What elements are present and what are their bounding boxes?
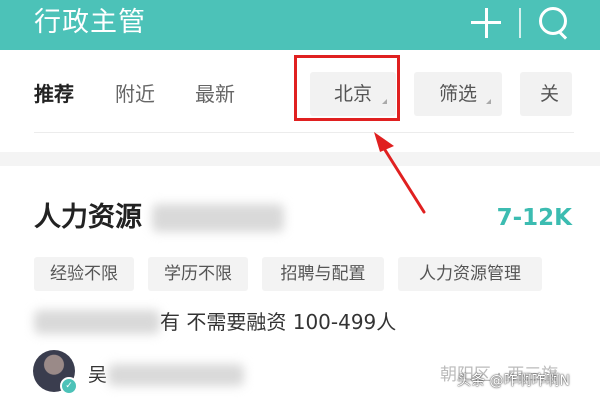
job-title[interactable]: 人力资源 <box>34 200 142 236</box>
section-gap <box>0 152 600 166</box>
verified-icon: ✓ <box>60 377 78 395</box>
caret-icon <box>486 99 491 104</box>
page-title: 行政主管 <box>34 7 146 38</box>
tag-field: 人力资源管理 <box>398 257 542 291</box>
filter-chip[interactable]: 筛选 <box>414 72 502 116</box>
tag-category: 招聘与配置 <box>262 257 384 291</box>
annotation-highlight-box <box>294 55 400 121</box>
tab-latest[interactable]: 最新 <box>195 80 235 108</box>
recruiter-name: 吴 <box>88 364 108 386</box>
blurred-company-name <box>34 310 160 334</box>
keyword-filter-chip[interactable]: 关键 <box>520 72 572 116</box>
filter-chip-label: 筛选 <box>438 83 477 105</box>
blurred-recruiter-title <box>108 364 244 386</box>
company-info: 有 不需要融资 100-499人 <box>160 310 397 334</box>
header-divider <box>519 8 521 38</box>
keyword-filter-label: 关键 <box>540 83 560 105</box>
tab-recommend[interactable]: 推荐 <box>34 80 74 108</box>
tab-nearby[interactable]: 附近 <box>115 80 155 108</box>
salary-range: 7-12K <box>496 205 572 231</box>
blurred-title-suffix <box>152 204 284 232</box>
app-header: 行政主管 <box>0 0 600 50</box>
tag-education: 学历不限 <box>148 257 248 291</box>
plus-icon[interactable] <box>468 5 504 41</box>
tag-experience: 经验不限 <box>34 257 134 291</box>
watermark: 头条 @咋啊咋啊N <box>457 373 570 389</box>
divider <box>34 132 574 133</box>
annotation-arrow-icon <box>374 132 426 214</box>
avatar[interactable]: ✓ <box>33 350 78 395</box>
search-icon[interactable] <box>537 5 571 39</box>
